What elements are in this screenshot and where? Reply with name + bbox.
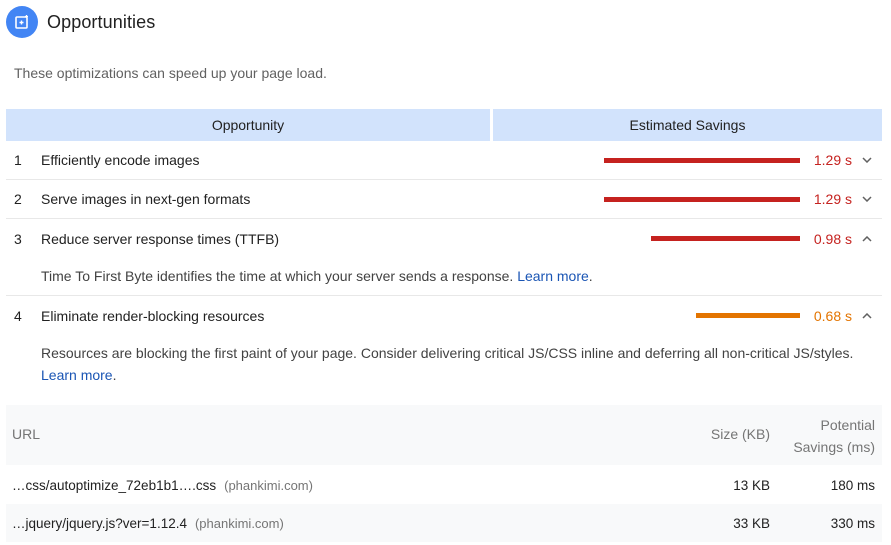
chevron-down-icon[interactable] <box>860 192 874 206</box>
resource-host: (phankimi.com) <box>224 477 313 493</box>
table-header: Opportunity Estimated Savings <box>6 109 882 141</box>
resource-host: (phankimi.com) <box>194 515 284 531</box>
column-header-size: Size (KB) <box>710 426 770 442</box>
resource-url[interactable]: …css/autoptimize_72eb1b1….css <box>12 478 216 493</box>
description-text: Resources are blocking the first paint o… <box>41 345 854 361</box>
column-header-url: URL <box>12 426 41 442</box>
resource-url-cell: …jquery/jquery.js?ver=1.12.4 (phankimi.c… <box>12 504 284 542</box>
period: . <box>112 367 117 383</box>
savings-value: 0.98 s <box>813 230 852 247</box>
savings-value: 0.68 s <box>813 307 852 324</box>
resource-savings: 180 ms <box>830 477 875 493</box>
chevron-down-icon[interactable] <box>860 153 874 167</box>
savings-bar-track <box>651 236 800 241</box>
savings-value: 1.29 s <box>813 191 852 207</box>
savings-bar-track <box>604 157 800 163</box>
period: . <box>588 268 593 284</box>
chevron-up-icon[interactable] <box>860 232 874 246</box>
opportunity-row[interactable]: 3 Reduce server response times (TTFB) 0.… <box>6 219 882 258</box>
resource-size: 13 KB <box>733 477 770 493</box>
resource-row: …css/autoptimize_72eb1b1….css (phankimi.… <box>6 466 882 504</box>
row-index: 1 <box>14 152 22 168</box>
resource-url[interactable]: …jquery/jquery.js?ver=1.12.4 <box>12 516 187 531</box>
learn-more-link[interactable]: Learn more <box>517 268 589 284</box>
savings-bar <box>696 313 800 318</box>
savings-bar <box>604 196 800 202</box>
description-text: Time To First Byte identifies the time a… <box>41 268 514 284</box>
chevron-up-icon[interactable] <box>860 309 874 323</box>
row-index: 2 <box>14 191 22 207</box>
section-description: These optimizations can speed up your pa… <box>14 65 327 81</box>
resource-size: 33 KB <box>733 515 770 531</box>
learn-more-link[interactable]: Learn more <box>41 367 113 383</box>
row-index: 4 <box>14 307 22 324</box>
savings-value: 1.29 s <box>813 152 852 168</box>
savings-bar-track <box>696 313 800 318</box>
opportunity-description: Time To First Byte identifies the time a… <box>41 265 886 287</box>
savings-bar <box>651 236 800 241</box>
resource-savings: 330 ms <box>830 515 875 531</box>
opportunity-icon <box>6 6 38 38</box>
savings-bar <box>604 157 800 163</box>
column-header-opportunity: Opportunity <box>6 109 490 141</box>
resource-row: …jquery/jquery.js?ver=1.12.4 (phankimi.c… <box>6 504 882 542</box>
column-header-savings: Potential Savings (ms) <box>793 414 875 458</box>
header-line-2: Savings (ms) <box>793 439 875 455</box>
resources-table-header: URL Size (KB) Potential Savings (ms) <box>6 405 882 465</box>
section-title: Opportunities <box>47 11 156 32</box>
section-header: Opportunities <box>6 6 155 38</box>
opportunity-row[interactable]: 2 Serve images in next-gen formats 1.29 … <box>6 180 882 219</box>
column-header-savings: Estimated Savings <box>493 109 882 141</box>
opportunity-description: Resources are blocking the first paint o… <box>41 342 886 386</box>
savings-bar-track <box>604 196 800 202</box>
row-index: 3 <box>14 230 22 247</box>
opportunity-row[interactable]: 1 Efficiently encode images 1.29 s <box>6 141 882 180</box>
opportunity-row[interactable]: 4 Eliminate render-blocking resources 0.… <box>6 296 882 335</box>
resource-url-cell: …css/autoptimize_72eb1b1….css (phankimi.… <box>12 466 313 504</box>
header-line-1: Potential <box>820 417 875 433</box>
